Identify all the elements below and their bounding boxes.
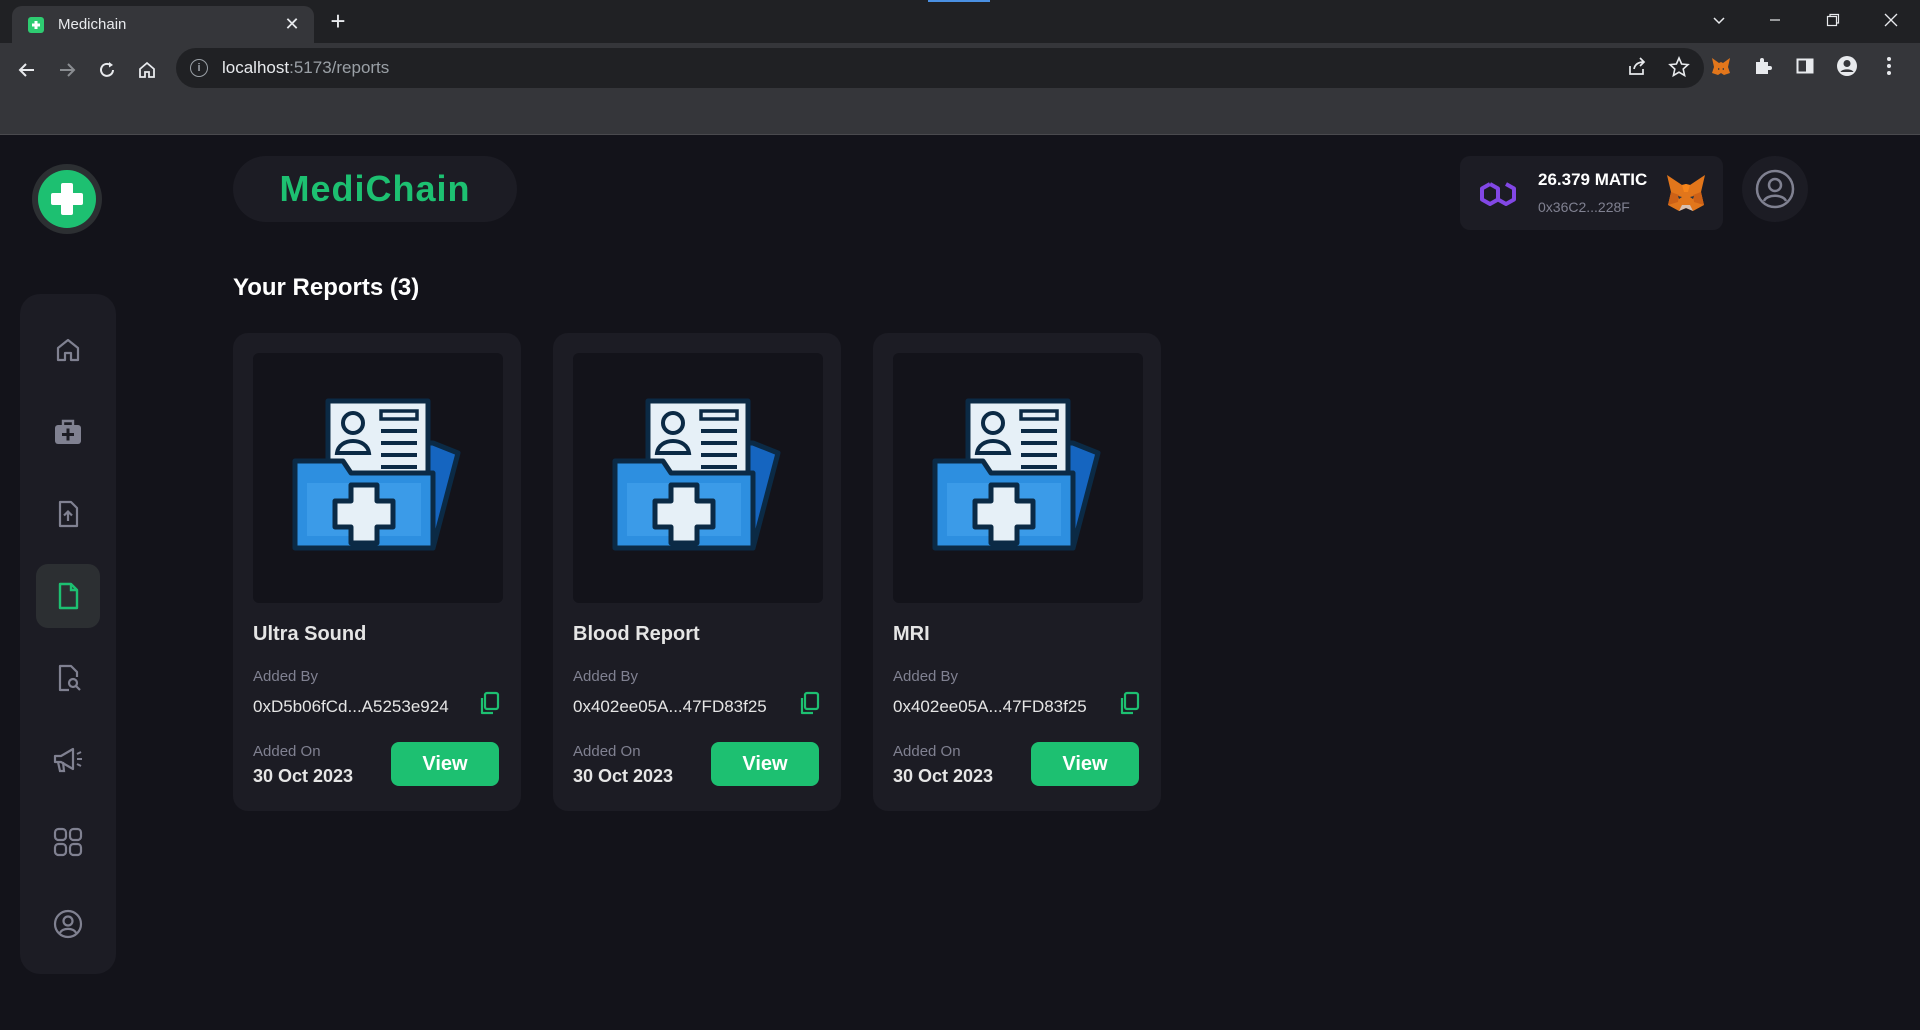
- sidebar-item-reports[interactable]: [36, 564, 100, 628]
- metamask-extension-icon[interactable]: [1708, 53, 1734, 79]
- added-on-label: Added On: [253, 743, 321, 760]
- report-title: MRI: [893, 623, 930, 645]
- report-thumbnail: [573, 353, 823, 603]
- medical-cross-icon: [38, 170, 96, 228]
- sidebar-item-profile[interactable]: [36, 892, 100, 956]
- added-by-address: 0x402ee05A...47FD83f25: [893, 697, 1087, 716]
- metamask-fox-icon: [1667, 175, 1705, 211]
- new-tab-button[interactable]: +: [324, 6, 352, 36]
- added-by-label: Added By: [893, 668, 959, 685]
- megaphone-icon: [53, 747, 82, 773]
- user-circle-icon: [1755, 169, 1795, 209]
- tab-title: Medichain: [58, 16, 127, 33]
- minimize-icon[interactable]: [1752, 4, 1798, 36]
- added-on-label: Added On: [893, 743, 961, 760]
- document-icon: [58, 582, 79, 610]
- extensions-puzzle-icon[interactable]: [1750, 53, 1776, 79]
- added-by-address: 0xD5b06fCd...A5253e924: [253, 697, 449, 716]
- browser-toolbar: i localhost:5173/reports: [0, 43, 1920, 96]
- added-by-label: Added By: [573, 668, 639, 685]
- apps-grid-icon: [53, 827, 83, 857]
- side-panel-icon[interactable]: [1792, 53, 1818, 79]
- added-on-date: 30 Oct 2023: [573, 766, 674, 786]
- report-card[interactable]: Ultra Sound Added By 0xD5b06fCd...A5253e…: [233, 333, 521, 811]
- view-button[interactable]: View: [1031, 742, 1139, 786]
- medical-folder-icon: [292, 398, 461, 551]
- loading-indicator: [928, 0, 990, 2]
- sidebar-item-home[interactable]: [36, 318, 100, 382]
- url-path: :5173/reports: [289, 58, 390, 77]
- medical-kit-icon: [55, 419, 81, 444]
- sidebar: [20, 294, 116, 974]
- wallet-balance: 26.379 MATIC: [1538, 170, 1648, 189]
- tab-search-icon[interactable]: [1696, 4, 1742, 36]
- wallet-widget[interactable]: 26.379 MATIC 0x36C2...228F: [1460, 156, 1723, 230]
- sidebar-item-upload[interactable]: [36, 482, 100, 546]
- share-icon[interactable]: [1626, 56, 1648, 83]
- view-button[interactable]: View: [391, 742, 499, 786]
- added-on-label: Added On: [573, 743, 641, 760]
- browser-profile-icon[interactable]: [1834, 53, 1860, 79]
- brand-pill: MediChain: [233, 156, 517, 222]
- view-button[interactable]: View: [711, 742, 819, 786]
- browser-tab[interactable]: Medichain ✕: [12, 6, 314, 43]
- sidebar-item-announcements[interactable]: [36, 728, 100, 792]
- address-bar[interactable]: i localhost:5173/reports: [176, 48, 1704, 88]
- sidebar-item-medical-kit[interactable]: [36, 400, 100, 464]
- sidebar-item-apps[interactable]: [36, 810, 100, 874]
- polygon-icon: [1480, 182, 1516, 206]
- app-logo[interactable]: [32, 164, 102, 234]
- wallet-address: 0x36C2...228F: [1538, 199, 1630, 215]
- medical-folder-icon: [612, 398, 781, 551]
- copy-icon[interactable]: [1117, 691, 1141, 722]
- added-on-date: 30 Oct 2023: [893, 766, 994, 786]
- home-browser-icon[interactable]: [130, 53, 164, 87]
- forward-arrow-icon[interactable]: [50, 53, 84, 87]
- report-card[interactable]: Blood Report Added By 0x402ee05A...47FD8…: [553, 333, 841, 811]
- user-circle-icon: [53, 909, 83, 939]
- copy-icon[interactable]: [477, 691, 501, 722]
- profile-button[interactable]: [1742, 156, 1808, 222]
- reload-icon[interactable]: [90, 53, 124, 87]
- report-thumbnail: [893, 353, 1143, 603]
- bookmark-bar: [0, 96, 1920, 135]
- browser-menu-icon[interactable]: [1876, 53, 1902, 79]
- bookmark-star-icon[interactable]: [1668, 55, 1690, 83]
- close-window-icon[interactable]: [1868, 4, 1914, 36]
- added-by-address: 0x402ee05A...47FD83f25: [573, 697, 767, 716]
- tab-close-icon[interactable]: ✕: [282, 14, 302, 35]
- search-document-icon: [58, 664, 81, 692]
- page-title: Your Reports (3): [233, 274, 420, 301]
- sidebar-item-search-reports[interactable]: [36, 646, 100, 710]
- added-on-date: 30 Oct 2023: [253, 766, 354, 786]
- home-icon: [56, 338, 80, 362]
- copy-icon[interactable]: [797, 691, 821, 722]
- report-title: Blood Report: [573, 623, 700, 645]
- favicon-icon: [28, 16, 44, 33]
- url-host: localhost: [222, 58, 290, 77]
- site-info-icon[interactable]: i: [190, 59, 208, 77]
- browser-tab-bar: Medichain ✕ +: [0, 0, 1920, 43]
- report-title: Ultra Sound: [253, 623, 367, 645]
- report-card[interactable]: MRI Added By 0x402ee05A...47FD83f25 Adde…: [873, 333, 1161, 811]
- medical-folder-icon: [932, 398, 1101, 551]
- upload-file-icon: [58, 500, 79, 528]
- brand-title: MediChain: [279, 168, 471, 209]
- restore-icon[interactable]: [1810, 4, 1856, 36]
- back-arrow-icon[interactable]: [10, 53, 44, 87]
- added-by-label: Added By: [253, 668, 319, 685]
- report-thumbnail: [253, 353, 503, 603]
